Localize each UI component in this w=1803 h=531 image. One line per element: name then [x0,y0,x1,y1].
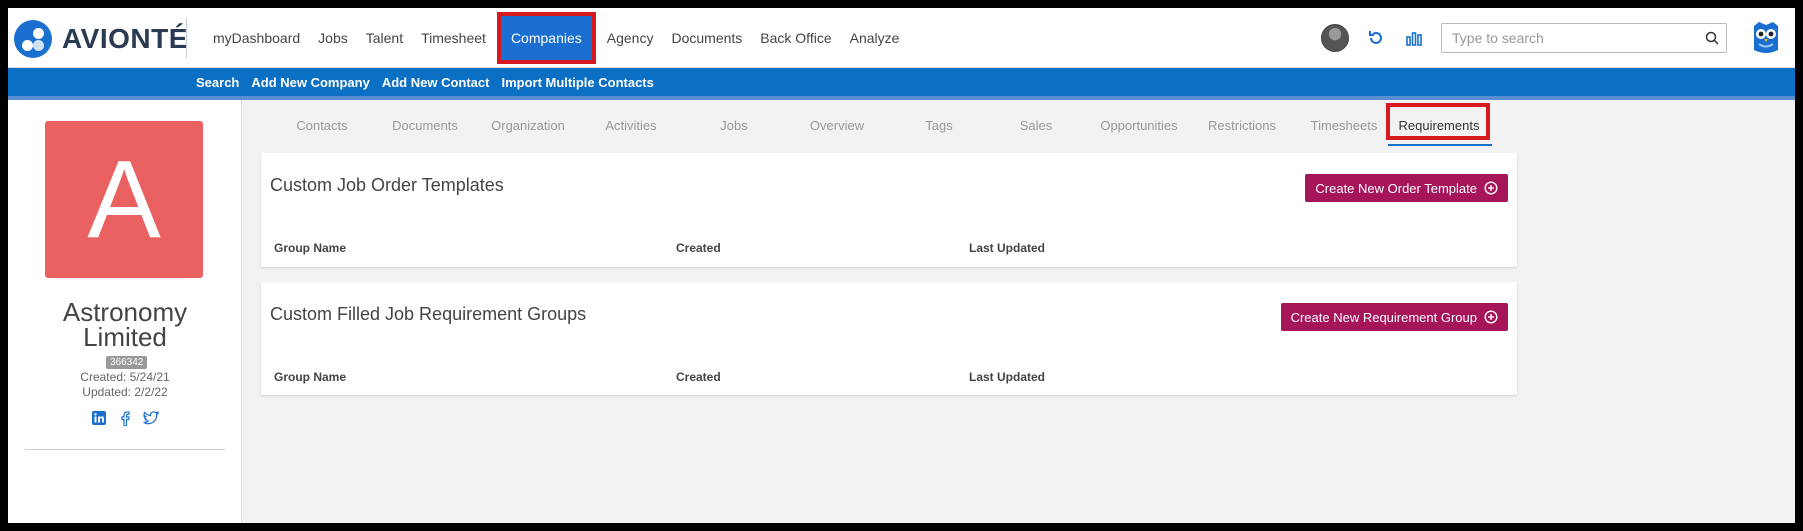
column-header-last-updated[interactable]: Last Updated [969,241,1045,255]
column-header-group-name[interactable]: Group Name [274,241,346,255]
refresh-icon[interactable] [1365,27,1387,49]
tab-opportunities[interactable]: Opportunities [1100,118,1177,133]
main-content: Contacts Documents Organization Activiti… [242,100,1795,523]
tab-jobs[interactable]: Jobs [720,118,747,133]
company-tabs: Contacts Documents Organization Activiti… [242,100,1795,146]
nav-item-talent[interactable]: Talent [357,8,412,68]
header-tools [1321,8,1795,68]
facebook-icon[interactable] [117,410,133,426]
column-header-last-updated[interactable]: Last Updated [969,370,1045,384]
search-icon[interactable] [1698,24,1726,52]
company-avatar: A [45,121,203,278]
search-input[interactable] [1442,24,1698,52]
nav-item-back-office[interactable]: Back Office [751,8,840,68]
social-links [8,410,242,426]
subnav-add-new-contact[interactable]: Add New Contact [382,75,490,90]
nav-item-companies[interactable]: Companies [496,12,596,64]
brand-name: AVIONTÉ [62,23,188,54]
nav-item-mydashboard[interactable]: myDashboard [204,8,309,68]
company-name-line2: Limited [83,322,167,352]
tab-sales[interactable]: Sales [1020,118,1053,133]
company-name: Astronomy Limited [8,299,242,352]
button-label: Create New Order Template [1315,180,1477,196]
user-avatar[interactable] [1321,24,1349,52]
tab-restrictions[interactable]: Restrictions [1208,118,1276,133]
job-order-templates-card: Custom Job Order Templates Create New Or… [261,153,1517,267]
nav-item-timesheet[interactable]: Timesheet [412,8,495,68]
subnav-search[interactable]: Search [196,75,239,90]
nav-item-analyze[interactable]: Analyze [841,8,909,68]
nav-item-jobs[interactable]: Jobs [309,8,357,68]
analytics-icon[interactable] [1403,27,1425,49]
avionte-logo-icon [14,20,52,58]
button-label: Create New Requirement Group [1290,309,1477,325]
nav-item-agency[interactable]: Agency [598,8,663,68]
tab-contacts[interactable]: Contacts [296,118,347,133]
logo[interactable]: AVIONTÉ [14,20,188,58]
search-box [1441,23,1727,53]
linkedin-icon[interactable] [91,410,107,426]
main-nav: myDashboard Jobs Talent Timesheet Compan… [204,8,908,68]
create-order-template-button[interactable]: Create New Order Template [1305,174,1508,202]
logo-divider [186,18,187,58]
plus-circle-icon [1484,181,1498,195]
active-tab-underline [1388,144,1492,146]
job-requirement-groups-card: Custom Filled Job Requirement Groups Cre… [261,282,1517,395]
app-window: AVIONTÉ myDashboard Jobs Talent Timeshee… [8,8,1795,523]
section-title: Custom Filled Job Requirement Groups [270,304,587,324]
company-created: Created: 5/24/21 [80,370,170,384]
tab-documents[interactable]: Documents [392,118,458,133]
plus-circle-icon [1484,310,1498,324]
top-navbar: AVIONTÉ myDashboard Jobs Talent Timeshee… [8,8,1795,68]
subnav-add-new-company[interactable]: Add New Company [251,75,369,90]
tab-organization[interactable]: Organization [491,118,565,133]
column-header-group-name[interactable]: Group Name [274,370,346,384]
company-sidebar: A Astronomy Limited 366342 Created: 5/24… [8,100,242,523]
sidebar-divider [25,449,225,450]
subnav-import-multiple-contacts[interactable]: Import Multiple Contacts [501,75,653,90]
section-title: Custom Job Order Templates [270,175,504,195]
tab-activities[interactable]: Activities [605,118,656,133]
column-header-created[interactable]: Created [676,241,721,255]
company-updated: Updated: 2/2/22 [82,385,168,399]
tab-overview[interactable]: Overview [810,118,864,133]
twitter-icon[interactable] [143,410,159,426]
nav-item-documents[interactable]: Documents [662,8,751,68]
tab-tags[interactable]: Tags [925,118,952,133]
tab-highlight-box [1386,103,1490,140]
company-id-badge: 366342 [106,356,148,369]
column-header-created[interactable]: Created [676,370,721,384]
create-requirement-group-button[interactable]: Create New Requirement Group [1280,303,1508,331]
sub-nav: Search Add New Company Add New Contact I… [8,68,1795,100]
owl-icon[interactable] [1751,20,1781,56]
tab-timesheets[interactable]: Timesheets [1311,118,1378,133]
